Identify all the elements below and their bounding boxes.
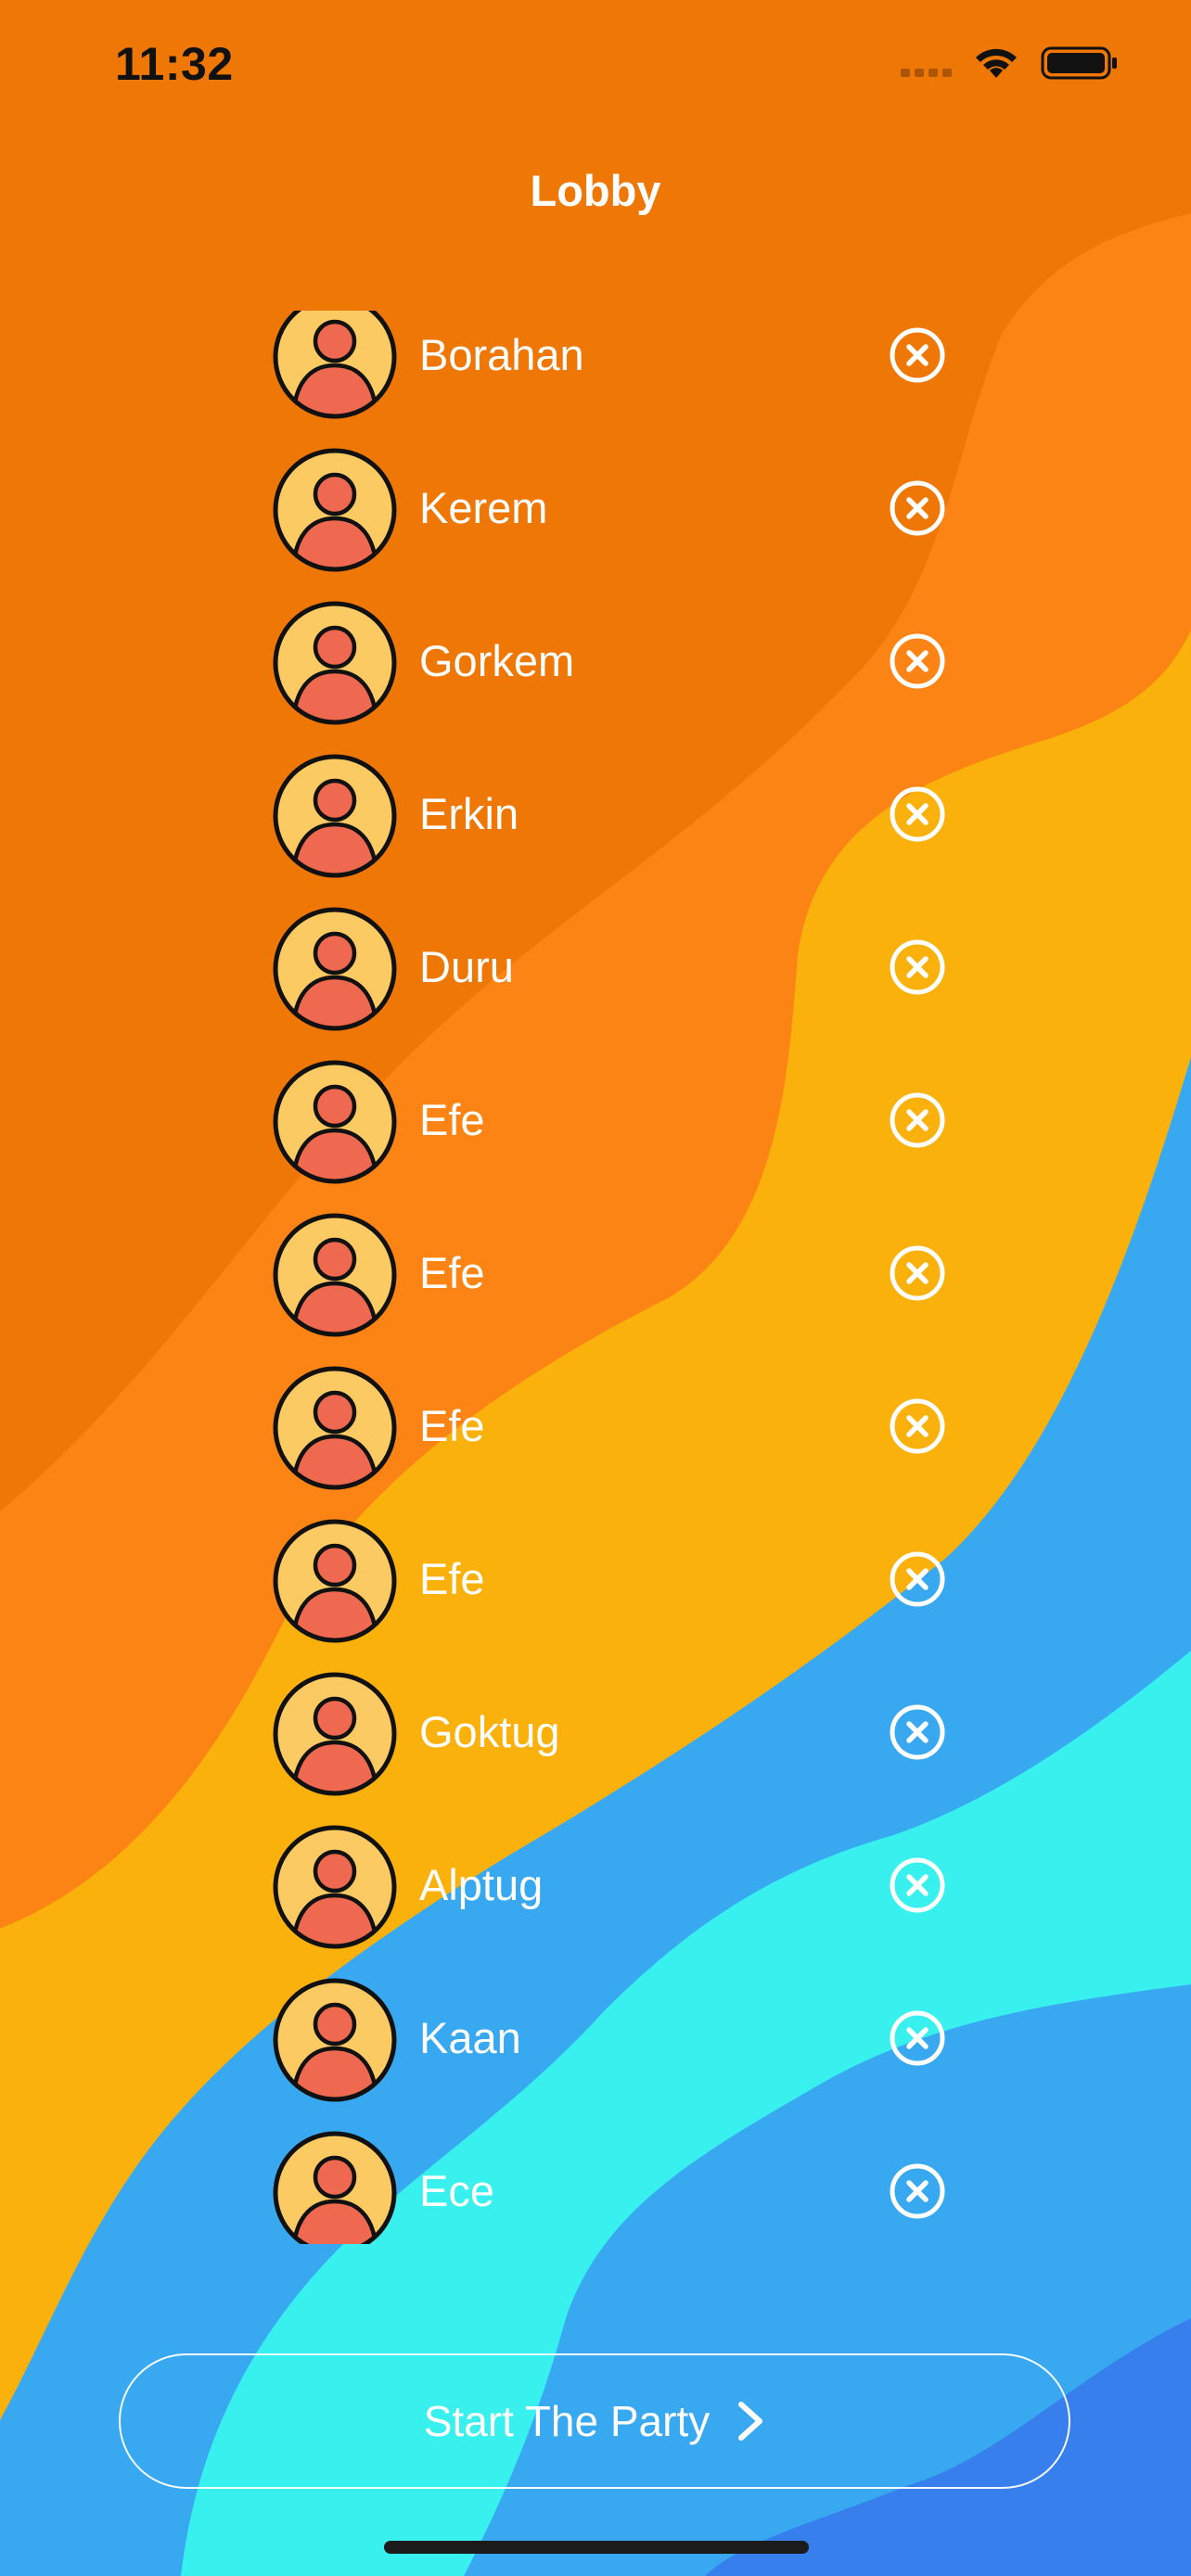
battery-icon: [1041, 46, 1117, 80]
page-title: Lobby: [530, 166, 661, 215]
home-indicator: [384, 2541, 809, 2554]
user-avatar-icon: [271, 311, 399, 421]
user-avatar-icon: [271, 2129, 399, 2244]
status-icons: [901, 45, 1119, 82]
start-party-label: Start The Party: [423, 2397, 711, 2445]
user-avatar-icon: [271, 1976, 399, 2104]
remove-player-button[interactable]: [889, 2162, 946, 2220]
player-row: Gorkem: [0, 584, 1191, 737]
close-circle-icon: [889, 1704, 946, 1765]
player-row: Efe: [0, 1043, 1191, 1196]
remove-player-button[interactable]: [889, 1856, 946, 1914]
close-circle-icon: [889, 786, 946, 847]
user-avatar-icon: [271, 1823, 399, 1951]
start-party-button[interactable]: Start The Party: [119, 2353, 1070, 2489]
player-name: Kerem: [419, 483, 548, 532]
remove-player-button[interactable]: [889, 1703, 946, 1761]
player-name: Duru: [419, 942, 514, 991]
player-row: Efe: [0, 1349, 1191, 1502]
player-row: Duru: [0, 890, 1191, 1043]
close-circle-icon: [889, 2163, 946, 2224]
player-name: Efe: [419, 1401, 485, 1450]
close-circle-icon: [889, 1245, 946, 1306]
player-list[interactable]: Borahan Kerem Gorkem Erkin Duru Efe Efe Efe Efe G…: [0, 311, 1191, 2244]
user-avatar-icon: [271, 446, 399, 574]
player-name: Goktug: [419, 1707, 560, 1756]
player-row: Alptug: [0, 1808, 1191, 1961]
user-avatar-icon: [271, 1517, 399, 1645]
player-name: Kaan: [419, 2013, 521, 2062]
remove-player-button[interactable]: [889, 479, 946, 537]
player-row: Kaan: [0, 1961, 1191, 2114]
user-avatar-icon: [271, 905, 399, 1033]
remove-player-button[interactable]: [889, 326, 946, 384]
user-avatar-icon: [271, 599, 399, 727]
close-circle-icon: [889, 1857, 946, 1918]
player-row: Goktug: [0, 1655, 1191, 1808]
player-row: Ece: [0, 2114, 1191, 2244]
close-circle-icon: [889, 480, 946, 541]
remove-player-button[interactable]: [889, 785, 946, 843]
player-row: Efe: [0, 1502, 1191, 1655]
player-row: Borahan: [0, 311, 1191, 431]
player-name: Ece: [419, 2166, 494, 2215]
remove-player-button[interactable]: [889, 2009, 946, 2067]
player-name: Borahan: [419, 330, 584, 379]
user-avatar-icon: [271, 1058, 399, 1186]
remove-player-button[interactable]: [889, 1091, 946, 1149]
close-circle-icon: [889, 939, 946, 1000]
cellular-signal-icon: [901, 49, 952, 77]
remove-player-button[interactable]: [889, 1550, 946, 1608]
player-name: Efe: [419, 1095, 485, 1144]
player-row: Efe: [0, 1196, 1191, 1349]
close-circle-icon: [889, 1092, 946, 1153]
close-circle-icon: [889, 2010, 946, 2071]
player-name: Alptug: [419, 1860, 544, 1909]
close-circle-icon: [889, 633, 946, 694]
remove-player-button[interactable]: [889, 938, 946, 996]
close-circle-icon: [889, 1551, 946, 1612]
remove-player-button[interactable]: [889, 632, 946, 690]
close-circle-icon: [889, 1398, 946, 1459]
player-row: Kerem: [0, 431, 1191, 584]
player-name: Efe: [419, 1554, 485, 1603]
close-circle-icon: [889, 327, 946, 388]
remove-player-button[interactable]: [889, 1244, 946, 1302]
status-time: 11:32: [115, 38, 234, 90]
user-avatar-icon: [271, 752, 399, 880]
player-row: Erkin: [0, 737, 1191, 890]
chevron-right-icon: [738, 2402, 763, 2441]
remove-player-button[interactable]: [889, 1397, 946, 1455]
user-avatar-icon: [271, 1670, 399, 1798]
user-avatar-icon: [271, 1364, 399, 1492]
player-name: Erkin: [419, 789, 519, 838]
player-name: Gorkem: [419, 636, 575, 685]
wifi-icon: [976, 48, 1017, 78]
user-avatar-icon: [271, 1211, 399, 1339]
player-name: Efe: [419, 1248, 485, 1297]
status-bar: 11:32: [0, 0, 1191, 139]
